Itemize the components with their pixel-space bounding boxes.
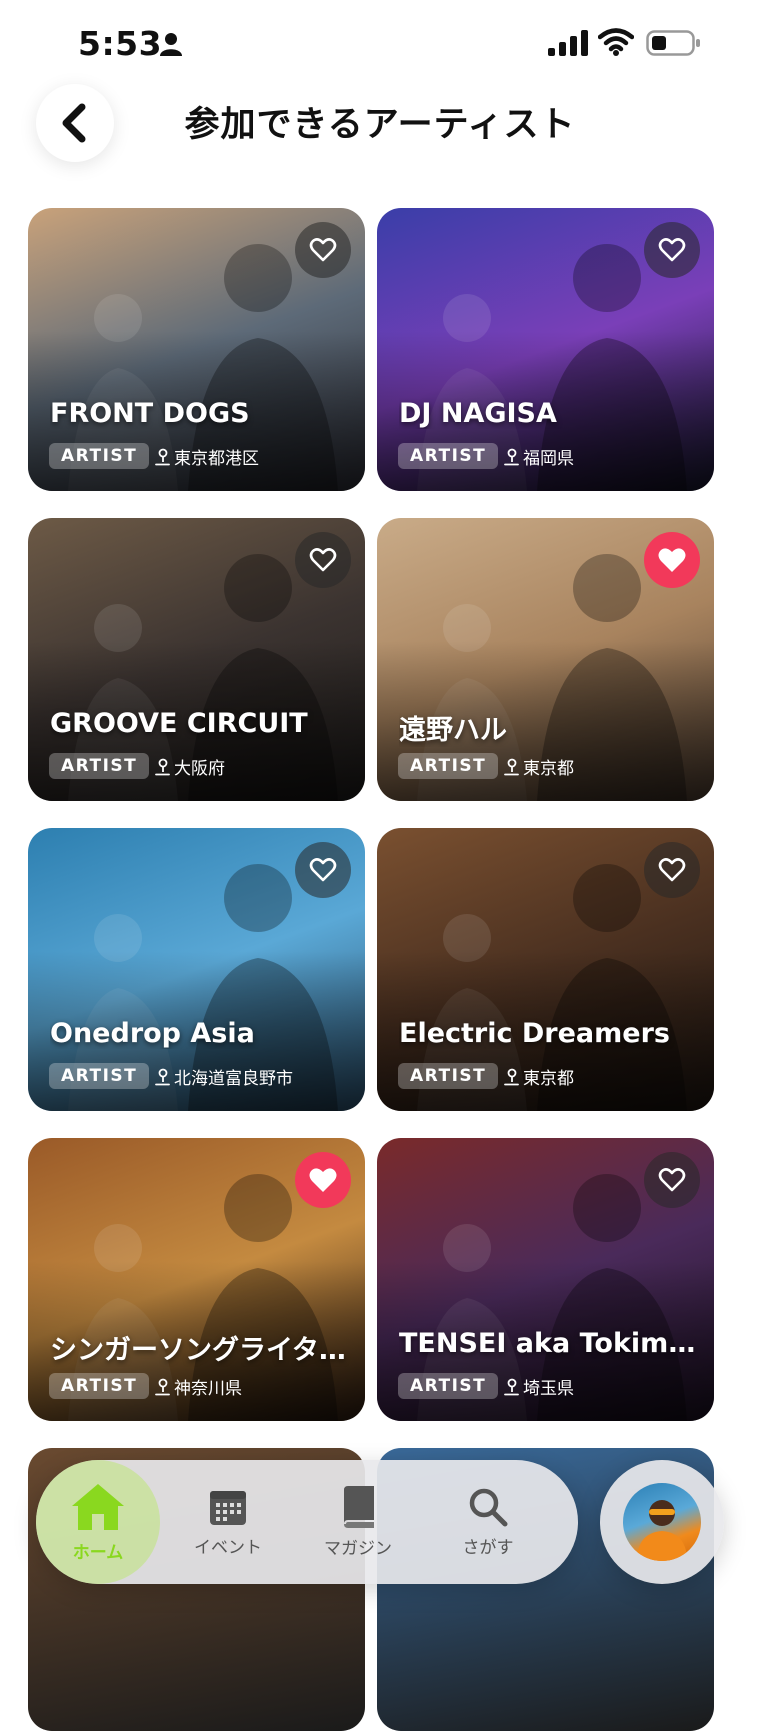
nav-item-home[interactable]: ホーム: [36, 1460, 160, 1584]
artist-badge: ARTIST: [49, 1063, 150, 1089]
artist-name: TENSEI aka Tokim…: [399, 1328, 696, 1359]
heart-filled-icon: [309, 1168, 337, 1192]
nav-item-event[interactable]: イベント: [166, 1460, 290, 1584]
status-time: 5:53: [78, 24, 163, 63]
nav-item-label: さがす: [462, 1537, 514, 1558]
heart-outline-icon: [309, 858, 337, 882]
artist-card[interactable]: Electric Dreamers ARTIST 東京都: [377, 828, 714, 1111]
heart-filled-icon: [658, 548, 686, 572]
location-text: 東京都: [523, 759, 574, 779]
artist-badge: ARTIST: [49, 753, 150, 779]
artist-name: GROOVE CIRCUIT: [50, 708, 308, 739]
favorite-button[interactable]: [295, 1152, 351, 1208]
favorite-button[interactable]: [295, 222, 351, 278]
artist-badge: ARTIST: [398, 443, 499, 469]
book-icon: [344, 1485, 374, 1528]
artist-card[interactable]: GROOVE CIRCUIT ARTIST 大阪府: [28, 518, 365, 801]
nav-item-label: ホーム: [72, 1542, 124, 1563]
location-pin-icon: [504, 1378, 519, 1395]
artist-location: 大阪府: [154, 754, 225, 779]
favorite-button[interactable]: [644, 842, 700, 898]
location-text: 埼玉県: [523, 1379, 574, 1399]
heart-outline-icon: [309, 238, 337, 262]
heart-outline-icon: [658, 238, 686, 262]
heart-outline-icon: [309, 548, 337, 572]
heart-outline-icon: [658, 1168, 686, 1192]
location-text: 神奈川県: [174, 1379, 242, 1399]
avatar-figure: [637, 1500, 687, 1561]
favorite-button[interactable]: [295, 842, 351, 898]
location-text: 福岡県: [523, 449, 574, 469]
artist-badge: ARTIST: [49, 1373, 150, 1399]
artist-badge: ARTIST: [49, 443, 150, 469]
cellular-signal-icon: [548, 30, 588, 56]
artist-badge: ARTIST: [398, 753, 499, 779]
artist-name: Electric Dreamers: [399, 1018, 670, 1049]
location-text: 東京都: [523, 1069, 574, 1089]
bottom-nav: ホーム イベント マガジン さがす: [36, 1460, 578, 1584]
artist-name: Onedrop Asia: [50, 1018, 255, 1049]
profile-avatar: [623, 1483, 701, 1561]
artist-name: 遠野ハル: [399, 715, 507, 746]
artist-location: 東京都港区: [154, 444, 259, 469]
location-text: 大阪府: [174, 759, 225, 779]
person-icon: [160, 33, 182, 56]
location-pin-icon: [155, 1068, 170, 1085]
favorite-button[interactable]: [644, 1152, 700, 1208]
artist-card[interactable]: 遠野ハル ARTIST 東京都: [377, 518, 714, 801]
artist-name: シンガーソングライター…: [50, 1335, 351, 1366]
favorite-button[interactable]: [644, 222, 700, 278]
artist-name: DJ NAGISA: [399, 398, 557, 429]
artist-card[interactable]: シンガーソングライター… ARTIST 神奈川県: [28, 1138, 365, 1421]
favorite-button[interactable]: [295, 532, 351, 588]
artist-location: 東京都: [503, 754, 574, 779]
location-pin-icon: [504, 1068, 519, 1085]
nav-item-magazine[interactable]: マガジン: [296, 1460, 420, 1584]
artist-badge: ARTIST: [398, 1063, 499, 1089]
location-text: 北海道富良野市: [174, 1069, 293, 1089]
artist-location: 埼玉県: [503, 1374, 574, 1399]
location-pin-icon: [155, 1378, 170, 1395]
wifi-icon: [598, 28, 634, 56]
artist-name: FRONT DOGS: [50, 398, 250, 429]
artist-location: 神奈川県: [154, 1374, 242, 1399]
location-pin-icon: [155, 448, 170, 465]
nav-item-label: イベント: [194, 1537, 262, 1558]
nav-item-label: マガジン: [324, 1538, 392, 1559]
nav-item-search[interactable]: さがす: [426, 1460, 550, 1584]
profile-button[interactable]: [600, 1460, 724, 1584]
artist-card[interactable]: FRONT DOGS ARTIST 東京都港区: [28, 208, 365, 491]
location-pin-icon: [504, 448, 519, 465]
calendar-icon: [210, 1490, 246, 1525]
search-icon: [469, 1488, 508, 1526]
location-pin-icon: [504, 758, 519, 775]
artist-location: 北海道富良野市: [154, 1064, 293, 1089]
battery-icon: [646, 30, 700, 56]
artist-location: 東京都: [503, 1064, 574, 1089]
artist-card[interactable]: DJ NAGISA ARTIST 福岡県: [377, 208, 714, 491]
artist-badge: ARTIST: [398, 1373, 499, 1399]
location-pin-icon: [155, 758, 170, 775]
home-icon: [72, 1483, 124, 1530]
artist-card[interactable]: Onedrop Asia ARTIST 北海道富良野市: [28, 828, 365, 1111]
status-bar: 5:53: [0, 0, 760, 90]
heart-outline-icon: [658, 858, 686, 882]
location-text: 東京都港区: [174, 449, 259, 469]
page-title: 参加できるアーティスト: [184, 105, 576, 145]
favorite-button[interactable]: [644, 532, 700, 588]
artist-card[interactable]: TENSEI aka Tokim… ARTIST 埼玉県: [377, 1138, 714, 1421]
artist-location: 福岡県: [503, 444, 574, 469]
